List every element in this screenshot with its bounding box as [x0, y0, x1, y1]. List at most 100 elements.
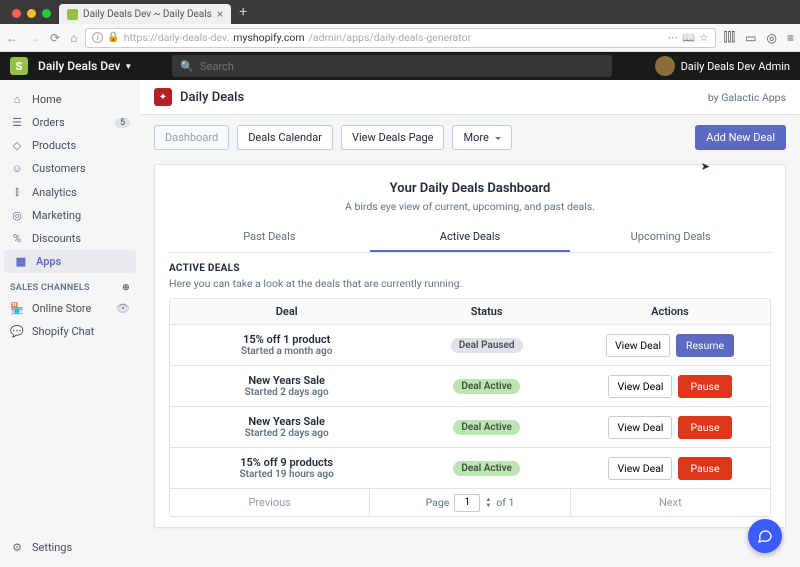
- pause-deal-button[interactable]: Pause: [678, 457, 731, 480]
- shopify-topbar: S Daily Deals Dev ▼ 🔍 Daily Deals Dev Ad…: [0, 52, 800, 80]
- sidebar-item-customers[interactable]: ☺Customers: [0, 157, 140, 180]
- address-bar[interactable]: i 🔒 https://daily-deals-dev.myshopify.co…: [85, 28, 715, 48]
- reload-icon[interactable]: ⟳: [50, 31, 60, 45]
- add-channel-icon[interactable]: ⊕: [122, 283, 130, 293]
- pause-deal-button[interactable]: Pause: [678, 416, 731, 439]
- sidebar-channel-shopify-chat[interactable]: 💬Shopify Chat: [0, 320, 140, 343]
- apps-icon: ▦: [14, 255, 28, 268]
- page-label: Page: [426, 496, 450, 509]
- forward-icon[interactable]: →: [28, 31, 40, 45]
- deal-started: Started 19 hours ago: [170, 469, 403, 480]
- sidebar-item-label: Apps: [36, 255, 61, 268]
- dashboard-subtitle: A birds eye view of current, upcoming, a…: [155, 200, 785, 213]
- sidebar-item-settings[interactable]: ⚙Settings: [0, 536, 140, 559]
- sidebar-channel-online-store[interactable]: 🏪Online Store👁: [0, 297, 140, 320]
- dashboard-title: Your Daily Deals Dashboard: [155, 181, 785, 196]
- user-menu[interactable]: Daily Deals Dev Admin: [655, 56, 790, 76]
- sidebar-item-label: Products: [32, 139, 76, 152]
- sidebar-item-label: Marketing: [32, 209, 81, 222]
- extension-icon[interactable]: ◎: [767, 31, 777, 45]
- home-icon[interactable]: ⌂: [70, 31, 77, 45]
- sidebar-icon[interactable]: ▭: [745, 31, 756, 45]
- chat-icon: 💬: [10, 325, 24, 338]
- tab-active-deals[interactable]: Active Deals: [370, 223, 571, 252]
- view-deal-button[interactable]: View Deal: [608, 375, 672, 398]
- deal-name: New Years Sale: [170, 374, 403, 387]
- sidebar-item-home[interactable]: ⌂Home: [0, 88, 140, 111]
- channel-label: Online Store: [32, 302, 91, 315]
- tab-upcoming-deals[interactable]: Upcoming Deals: [570, 223, 771, 252]
- more-button[interactable]: More: [452, 125, 511, 150]
- maximize-window-icon[interactable]: [42, 9, 51, 18]
- lock-icon: 🔒: [107, 32, 119, 43]
- deal-name: 15% off 9 products: [170, 456, 403, 469]
- search-input[interactable]: [200, 60, 604, 73]
- browser-toolbar: ← → ⟳ ⌂ i 🔒 https://daily-deals-dev.mysh…: [0, 24, 800, 52]
- deal-started: Started a month ago: [170, 346, 403, 357]
- deal-name: New Years Sale: [170, 415, 403, 428]
- add-new-deal-button[interactable]: Add New Deal: [695, 125, 786, 150]
- store-switcher[interactable]: Daily Deals Dev ▼: [38, 59, 132, 73]
- sidebar-item-marketing[interactable]: ◎Marketing: [0, 204, 140, 227]
- status-badge: Deal Active: [453, 461, 520, 476]
- app-title: Daily Deals: [180, 90, 244, 105]
- view-deal-button[interactable]: View Deal: [608, 457, 672, 480]
- help-chat-button[interactable]: [748, 519, 782, 553]
- back-icon[interactable]: ←: [6, 31, 18, 45]
- close-tab-icon[interactable]: ×: [217, 7, 223, 21]
- shopify-favicon-icon: [67, 9, 78, 20]
- sidebar-item-label: Discounts: [32, 232, 81, 245]
- sidebar-item-discounts[interactable]: %Discounts: [0, 227, 140, 250]
- minimize-window-icon[interactable]: [27, 9, 36, 18]
- avatar: [655, 56, 675, 76]
- reader-mode-icon[interactable]: 📖: [682, 31, 695, 44]
- page-input[interactable]: [454, 494, 480, 512]
- col-deal: Deal: [170, 305, 403, 318]
- sidebar-item-label: Home: [32, 93, 62, 106]
- bookmark-icon[interactable]: ☆: [699, 31, 708, 44]
- url-prefix: https://daily-deals-dev.: [124, 31, 229, 44]
- page-stepper[interactable]: ▲▼: [485, 497, 491, 509]
- table-row: 15% off 1 productStarted a month agoDeal…: [169, 325, 771, 366]
- page-of-label: of 1: [496, 496, 514, 509]
- next-page-button[interactable]: Next: [571, 489, 770, 516]
- view-deal-button[interactable]: View Deal: [606, 334, 670, 357]
- status-badge: Deal Active: [453, 379, 520, 394]
- app-header: ✦ Daily Deals by Galactic Apps: [140, 80, 800, 115]
- info-icon[interactable]: i: [92, 32, 103, 43]
- url-more-icon[interactable]: ⋯: [668, 31, 679, 44]
- shopify-logo-icon[interactable]: S: [10, 57, 28, 75]
- table-row: New Years SaleStarted 2 days agoDeal Act…: [169, 407, 771, 448]
- prev-page-button[interactable]: Previous: [170, 489, 369, 516]
- library-icon[interactable]: ⫿⫿⫿: [724, 30, 736, 45]
- deals-table-header: Deal Status Actions: [169, 298, 771, 325]
- tab-past-deals[interactable]: Past Deals: [169, 223, 370, 252]
- sidebar-item-apps[interactable]: ▦ Apps: [4, 250, 136, 273]
- resume-deal-button[interactable]: Resume: [676, 334, 734, 357]
- close-window-icon[interactable]: [12, 9, 21, 18]
- sidebar-item-orders[interactable]: ☰Orders5: [0, 111, 140, 134]
- app-toolbar: Dashboard Deals Calendar View Deals Page…: [140, 115, 800, 150]
- dashboard-button[interactable]: Dashboard: [154, 125, 229, 150]
- view-deals-page-button[interactable]: View Deals Page: [341, 125, 445, 150]
- pause-deal-button[interactable]: Pause: [678, 375, 731, 398]
- page-indicator: Page ▲▼ of 1: [369, 489, 570, 516]
- status-badge: Deal Paused: [451, 338, 523, 353]
- app-developer: by Galactic Apps: [708, 91, 786, 104]
- sidebar-item-analytics[interactable]: ⫾Analytics: [0, 180, 140, 204]
- deals-calendar-button[interactable]: Deals Calendar: [237, 125, 333, 150]
- browser-tabstrip: Daily Deals Dev ~ Daily Deals × +: [0, 0, 800, 24]
- new-tab-button[interactable]: +: [231, 4, 255, 24]
- global-search[interactable]: 🔍: [172, 55, 612, 77]
- sidebar-item-label: Orders: [32, 116, 65, 129]
- tab-title: Daily Deals Dev ~ Daily Deals: [83, 9, 212, 20]
- pagination: Previous Page ▲▼ of 1 Next: [169, 489, 771, 517]
- sidebar-item-products[interactable]: ◇Products: [0, 134, 140, 157]
- admin-name: Daily Deals Dev Admin: [681, 60, 790, 73]
- browser-tab[interactable]: Daily Deals Dev ~ Daily Deals ×: [59, 4, 231, 24]
- main-content: ✦ Daily Deals by Galactic Apps Dashboard…: [140, 80, 800, 567]
- view-store-icon[interactable]: 👁: [116, 302, 130, 315]
- menu-icon[interactable]: ≡: [787, 31, 794, 45]
- orders-icon: ☰: [10, 116, 24, 129]
- view-deal-button[interactable]: View Deal: [608, 416, 672, 439]
